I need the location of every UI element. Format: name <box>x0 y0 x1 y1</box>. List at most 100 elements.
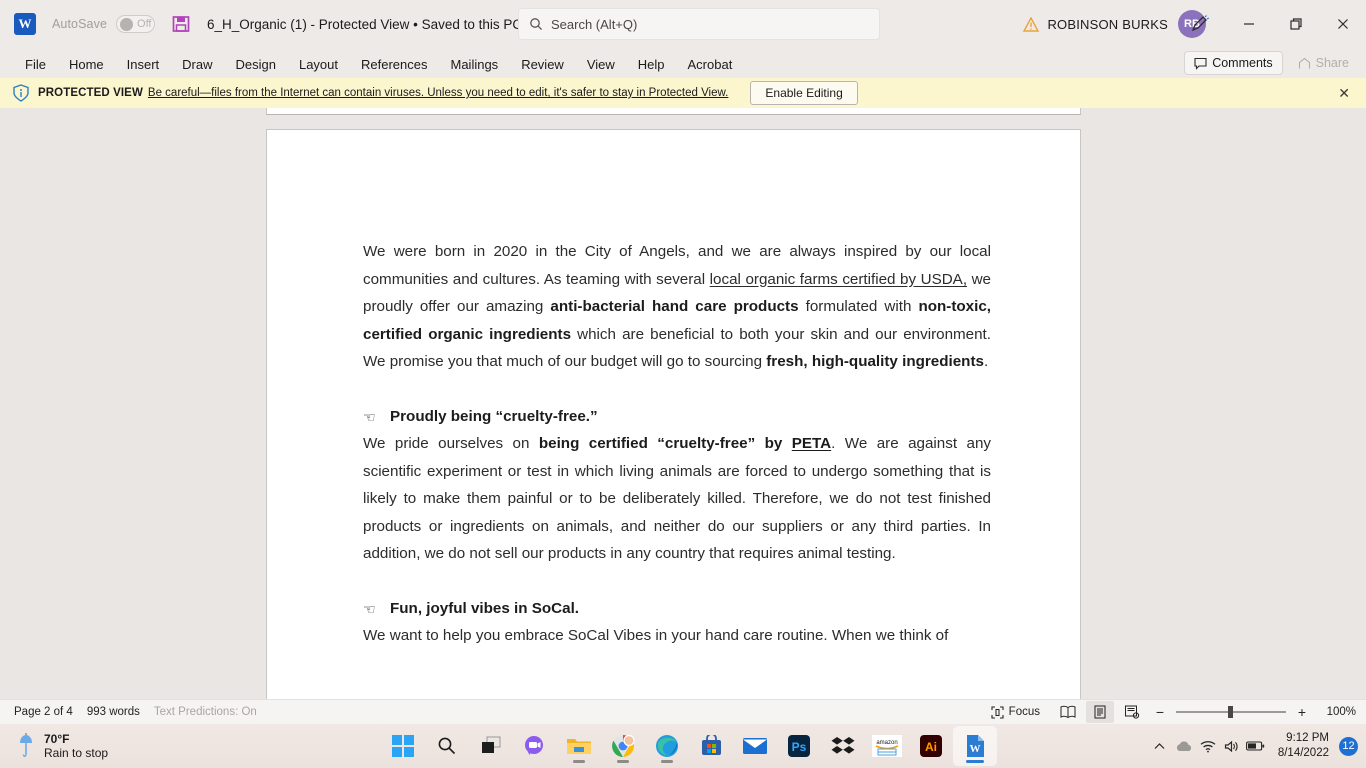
document-text-body[interactable]: We were born in 2020 in the City of Ange… <box>363 238 991 650</box>
word-count-status[interactable]: 993 words <box>87 706 140 718</box>
notification-badge[interactable]: 12 <box>1339 736 1358 756</box>
text-run: We pride ourselves on <box>363 435 539 452</box>
share-label: Share <box>1315 56 1349 70</box>
chevron-up-icon[interactable] <box>1148 740 1172 753</box>
chat-icon[interactable] <box>513 726 557 766</box>
file-explorer-icon[interactable] <box>557 726 601 766</box>
tab-review[interactable]: Review <box>510 54 575 75</box>
heading-socal-vibes: ☜ Fun, joyful vibes in SoCal. <box>363 595 991 623</box>
volume-icon[interactable] <box>1220 740 1244 753</box>
running-indicator <box>573 760 585 763</box>
restore-button[interactable] <box>1272 0 1319 48</box>
zoom-in-button[interactable]: + <box>1292 704 1312 720</box>
tab-draw[interactable]: Draw <box>171 54 223 75</box>
tab-design[interactable]: Design <box>225 54 287 75</box>
word-app-icon[interactable]: W <box>14 13 36 35</box>
read-mode-button[interactable] <box>1054 701 1082 723</box>
page-number-status[interactable]: Page 2 of 4 <box>14 706 73 718</box>
web-layout-button[interactable] <box>1118 701 1146 723</box>
print-layout-button[interactable] <box>1086 701 1114 723</box>
wifi-icon[interactable] <box>1196 740 1220 753</box>
enable-editing-button[interactable]: Enable Editing <box>750 81 858 105</box>
edge-icon[interactable] <box>645 726 689 766</box>
running-indicator <box>617 760 629 763</box>
text-predictions-status[interactable]: Text Predictions: On <box>154 706 257 718</box>
text-run-bold-group: being certified “cruelty-free” by PETA <box>539 435 831 452</box>
autosave-state-label: Off <box>137 18 152 30</box>
protected-view-message[interactable]: Be careful—files from the Internet can c… <box>148 87 728 99</box>
amazon-icon[interactable]: amazon <box>865 726 909 766</box>
start-button[interactable] <box>381 726 425 766</box>
close-button[interactable] <box>1319 0 1366 48</box>
tab-view[interactable]: View <box>576 54 626 75</box>
tab-insert[interactable]: Insert <box>116 54 171 75</box>
paragraph-intro: We were born in 2020 in the City of Ange… <box>363 238 991 376</box>
clock[interactable]: 9:12 PM 8/14/2022 <box>1278 731 1329 761</box>
text-run-bold-underline: PETA <box>791 435 832 452</box>
clock-date: 8/14/2022 <box>1277 747 1329 759</box>
share-button: Share <box>1289 51 1358 75</box>
autosave-toggle[interactable]: Off <box>116 15 156 33</box>
close-icon[interactable]: ✕ <box>1338 85 1350 102</box>
tab-acrobat[interactable]: Acrobat <box>677 54 744 75</box>
text-run: . We are against any scientific experime… <box>363 435 991 562</box>
tab-mailings[interactable]: Mailings <box>440 54 510 75</box>
illustrator-icon[interactable]: Ai <box>909 726 953 766</box>
running-indicator <box>661 760 673 763</box>
system-tray: 9:12 PM 8/14/2022 12 <box>1148 724 1358 768</box>
word-icon[interactable]: W <box>953 726 997 766</box>
weather-widget[interactable]: 70°F Rain to stop <box>18 732 108 760</box>
comment-bubble-icon <box>1194 57 1207 70</box>
comments-button[interactable]: Comments <box>1184 51 1283 75</box>
tab-help[interactable]: Help <box>627 54 676 75</box>
focus-mode-button[interactable]: Focus <box>991 705 1040 719</box>
microsoft-store-icon[interactable] <box>689 726 733 766</box>
text-run: . <box>983 353 989 370</box>
svg-text:W: W <box>970 743 981 755</box>
text-run: We want to help you embrace SoCal Vibes … <box>363 627 949 644</box>
search-placeholder: Search (Alt+Q) <box>551 16 638 32</box>
heading-cruelty-free: ☜ Proudly being “cruelty-free.” <box>363 403 991 431</box>
document-page[interactable]: We were born in 2020 in the City of Ange… <box>266 129 1081 699</box>
battery-icon[interactable] <box>1244 740 1268 752</box>
tab-layout[interactable]: Layout <box>288 54 349 75</box>
search-input[interactable]: Search (Alt+Q) <box>518 8 880 40</box>
mail-icon[interactable] <box>733 726 777 766</box>
tab-references[interactable]: References <box>350 54 438 75</box>
comments-label: Comments <box>1212 56 1273 70</box>
zoom-level-label[interactable]: 100% <box>1322 706 1356 718</box>
hand-pointing-icon: ☜ <box>363 601 376 618</box>
chrome-icon[interactable] <box>601 726 645 766</box>
text-run-underline: local organic farms certified by USDA, <box>709 270 968 288</box>
save-icon[interactable] <box>171 14 191 34</box>
autosave-toggle-knob <box>120 17 134 31</box>
task-view-icon[interactable] <box>469 726 513 766</box>
pen-ribbon-display-icon[interactable] <box>1175 0 1225 48</box>
document-canvas[interactable]: We were born in 2020 in the City of Ange… <box>0 108 1366 699</box>
minimize-button[interactable] <box>1225 0 1272 48</box>
focus-label: Focus <box>1008 706 1040 718</box>
focus-icon <box>991 705 1004 719</box>
account-name: ROBINSON BURKS <box>1047 16 1168 32</box>
weather-temperature: 70°F <box>44 732 70 746</box>
document-title[interactable]: 6_H_Organic (1) - Protected View • Saved… <box>207 17 522 32</box>
zoom-slider-thumb[interactable] <box>1228 706 1233 718</box>
tab-file[interactable]: File <box>14 54 57 75</box>
dropbox-icon[interactable] <box>821 726 865 766</box>
ribbon-right-actions: Comments Share <box>1184 51 1358 75</box>
svg-text:amazon: amazon <box>876 740 897 746</box>
protected-view-bar: PROTECTED VIEW Be careful—files from the… <box>0 78 1366 108</box>
zoom-slider[interactable] <box>1176 706 1286 718</box>
photoshop-icon[interactable]: Ps <box>777 726 821 766</box>
zoom-out-button[interactable]: − <box>1150 704 1170 720</box>
clock-time: 9:12 PM <box>1286 732 1329 744</box>
text-run-bold: anti-bacterial hand care products <box>550 298 799 315</box>
word-window: W AutoSave Off 6_H_Organic (1) - Protect… <box>0 0 1366 768</box>
tab-home[interactable]: Home <box>58 54 115 75</box>
onedrive-cloud-icon[interactable] <box>1172 740 1196 753</box>
text-run-bold: fresh, high-quality ingredients <box>766 353 984 370</box>
info-shield-icon <box>12 84 30 102</box>
search-icon[interactable] <box>425 726 469 766</box>
ribbon-tab-bar: File Home Insert Draw Design Layout Refe… <box>0 48 1366 80</box>
